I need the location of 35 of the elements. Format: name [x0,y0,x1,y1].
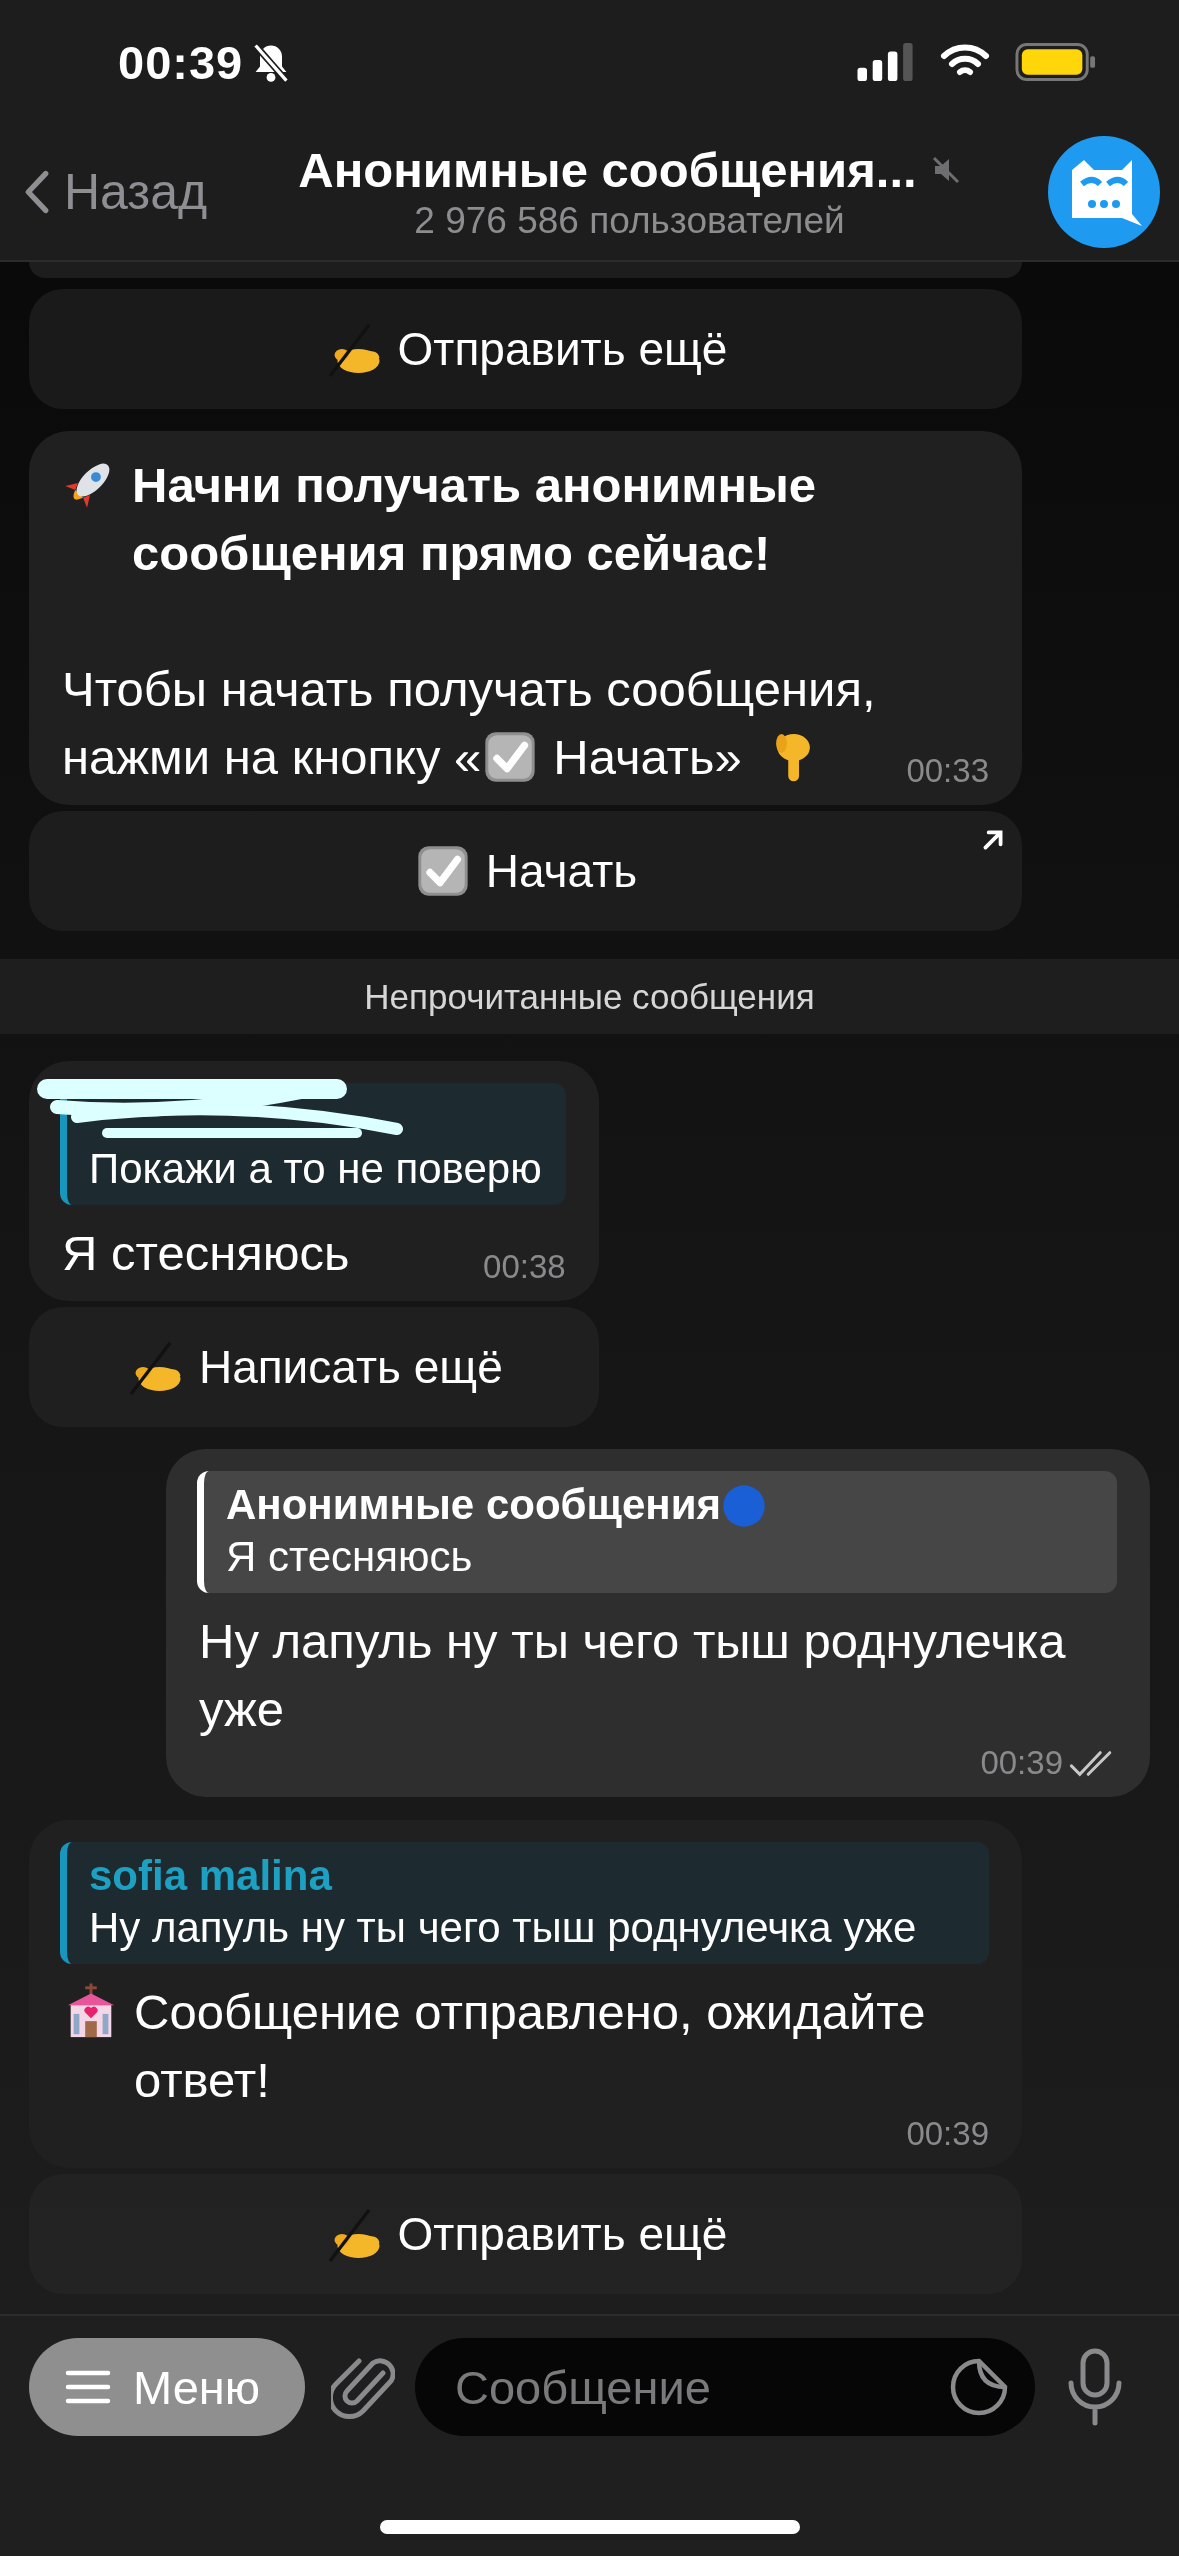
signal-icon [857,43,915,82]
message-text: Ну лапуль ну ты чего тыш роднулечка уже [199,1613,1067,1738]
message-time: 00:39 [906,2114,989,2154]
bot-avatar[interactable] [1048,136,1160,249]
message-heading: Начни получать анонимные сообщения прямо сейчас! [132,457,818,582]
message-time: 00:38 [483,1247,566,1287]
message-input-field[interactable]: Сообщение [415,2338,1035,2436]
unread-divider-label: Непрочитанные сообщения [364,976,815,1017]
battery-icon [1015,42,1097,83]
message-text: Начать» [553,729,742,786]
reply-quote[interactable]: sofia malina Ну лапуль ну ты чего тыш роднулечка уже [60,1842,989,1964]
status-time: 00:39 [118,34,244,90]
reply-quote[interactable]: Анонимные сообщения Я стесняюсь [197,1471,1117,1593]
message-text: Я стесняюсь [62,1225,350,1282]
member-count: 2 976 586 пользователей [414,200,845,243]
sticker-icon[interactable] [949,2357,1009,2417]
reply-text: Я стесняюсь [226,1532,474,1582]
keyboard-button[interactable]: Отправить ещё [29,2174,1022,2294]
keyboard-button[interactable]: Написать ещё [29,1307,599,1427]
reply-author: Анонимные сообщения [226,1479,1093,1531]
message-text: Чтобы начать получать сообщения, [62,661,877,718]
keyboard-button[interactable]: Отправить ещё [29,289,1022,409]
circle-icon [721,1483,767,1529]
keyboard-button[interactable]: Начать [29,811,1022,931]
message-text: Сообщение отправлено, ожидайте ответ! [134,1984,927,2109]
chat-title: Анонимные сообщения... [298,142,917,199]
reply-author: sofia malina [89,1851,333,1901]
message-text: нажми на кнопку « [62,729,482,786]
back-chevron-icon [24,170,50,215]
back-button[interactable]: Назад [0,162,230,223]
menu-icon [65,2369,111,2405]
reply-text: Ну лапуль ну ты чего тыш роднулечка уже [89,1903,918,1953]
reply-text: Покажи а то не поверю [89,1144,542,1194]
message-time: 00:39 [980,1743,1063,1783]
message-time: 00:33 [906,751,989,791]
